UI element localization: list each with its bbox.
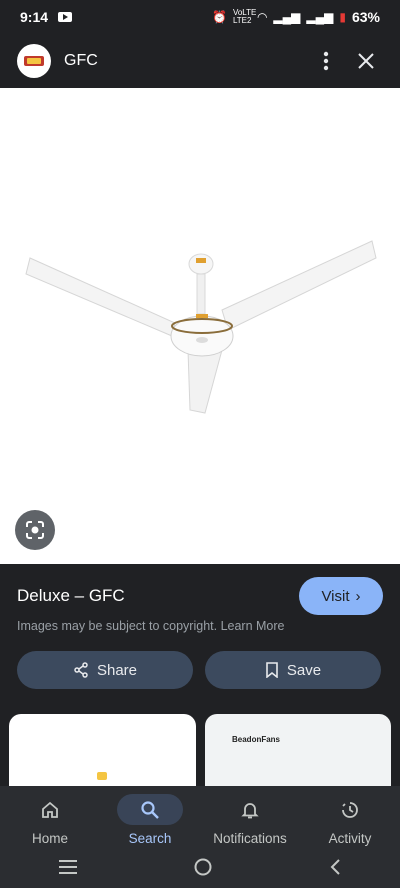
nav-activity-label: Activity	[328, 831, 372, 846]
viewer-header: GFC	[0, 34, 400, 88]
share-button[interactable]: Share	[17, 651, 193, 689]
alarm-icon: ⏰	[211, 10, 227, 24]
wifi-icon: ◠	[256, 10, 268, 24]
site-logo	[17, 44, 51, 78]
related-image-card[interactable]	[9, 714, 196, 786]
back-icon[interactable]	[328, 858, 342, 876]
network-label: VoLTE LTE2	[232, 8, 257, 25]
status-time: 9:14	[20, 9, 49, 25]
activity-icon	[342, 801, 358, 818]
save-button[interactable]: Save	[205, 651, 381, 689]
home-circle-icon[interactable]	[193, 857, 213, 877]
more-vert-icon	[323, 51, 329, 71]
nav-activity[interactable]: Activity	[300, 786, 400, 846]
system-navigation	[0, 846, 400, 888]
signal-icon: ▂▄▆	[273, 10, 301, 24]
recent-apps-icon[interactable]	[58, 859, 78, 875]
battery-level: 63%	[351, 9, 380, 25]
nav-search-label: Search	[128, 831, 172, 846]
status-icons: ⏰ VoLTE LTE2 ◠ ▂▄▆ ▂▄▆ ▮ 63%	[211, 8, 380, 26]
nav-notifications-label: Notifications	[213, 831, 287, 846]
battery-icon: ▮	[339, 10, 346, 24]
site-title: GFC	[64, 52, 98, 69]
nav-search[interactable]: Search	[100, 786, 200, 846]
visit-label: Visit	[321, 587, 350, 605]
related-image-card[interactable]: BeadonFans	[205, 714, 391, 786]
close-icon	[358, 53, 374, 69]
home-icon	[42, 801, 58, 818]
lens-search-button[interactable]	[15, 510, 55, 550]
search-icon	[141, 800, 159, 819]
bottom-navigation: Home Search Notifications Activity	[0, 786, 400, 846]
nav-home-label: Home	[31, 831, 68, 846]
visit-button[interactable]: Visit ›	[299, 577, 383, 615]
status-bar: 9:14 ⏰ VoLTE LTE2 ◠ ▂▄▆ ▂▄▆ ▮ 63%	[0, 0, 400, 34]
related-images: BeadonFans	[0, 714, 400, 786]
ceiling-fan-image	[25, 240, 377, 414]
chevron-right-icon: ›	[355, 587, 361, 605]
signal-icon-2: ▂▄▆	[306, 10, 334, 24]
result-title: Deluxe – GFC	[17, 586, 125, 605]
bookmark-icon	[266, 662, 278, 678]
share-label: Share	[96, 661, 138, 679]
result-info-panel: Deluxe – GFC Visit › Images may be subje…	[0, 564, 400, 714]
nav-home[interactable]: Home	[0, 786, 100, 846]
nav-notifications[interactable]: Notifications	[200, 786, 300, 846]
more-options-button[interactable]	[306, 41, 346, 81]
share-icon	[74, 662, 88, 678]
save-label: Save	[286, 661, 322, 679]
product-image[interactable]	[0, 88, 400, 564]
copyright-notice[interactable]: Images may be subject to copyright. Lear…	[17, 619, 285, 633]
lens-icon	[26, 521, 44, 539]
fan-thumbnail	[97, 772, 107, 780]
bell-icon	[241, 802, 259, 818]
card-brand-logo: BeadonFans	[232, 735, 281, 744]
close-button[interactable]	[346, 41, 386, 81]
youtube-notification-icon	[58, 12, 73, 22]
